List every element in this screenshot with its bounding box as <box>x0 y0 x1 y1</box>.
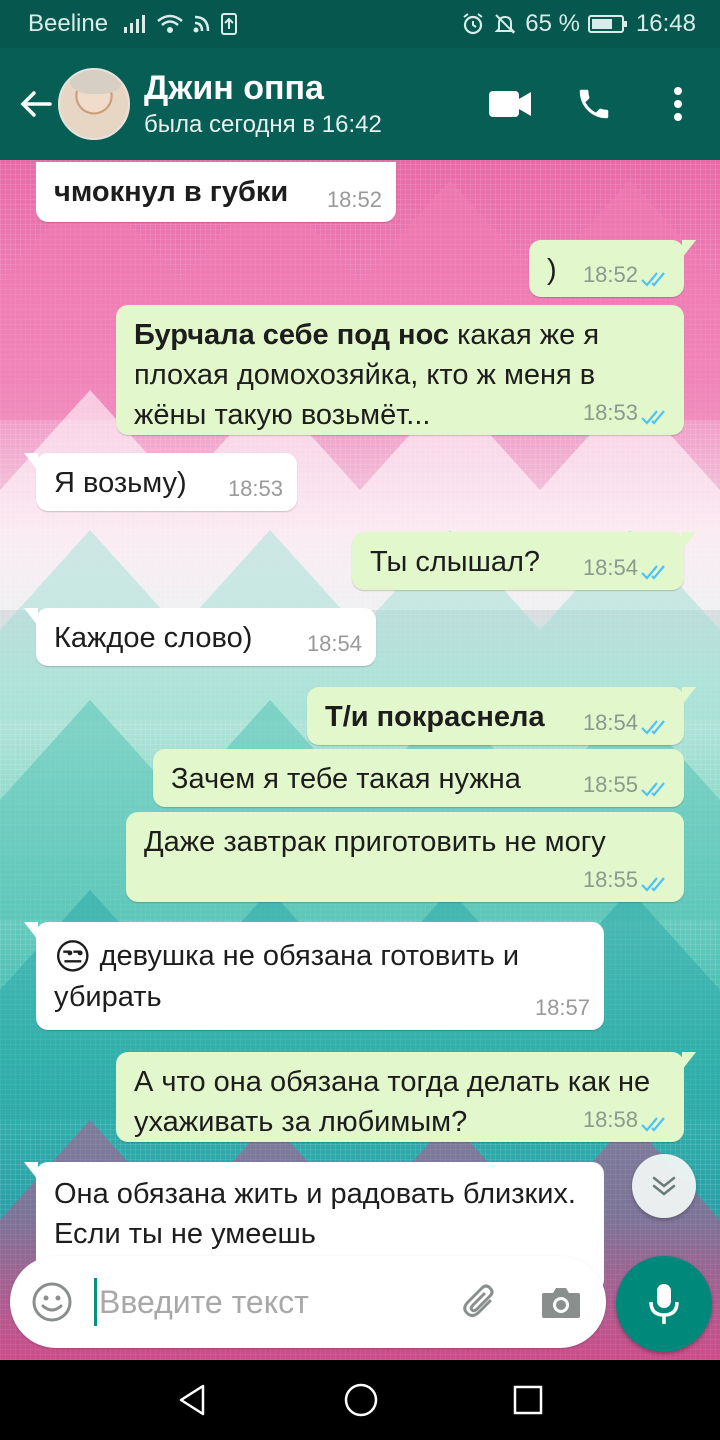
alarm-icon <box>463 13 483 35</box>
mute-icon <box>494 14 516 34</box>
clock: 16:48 <box>635 10 696 37</box>
message-text: ) <box>547 254 557 286</box>
back-nav-icon[interactable] <box>175 1382 211 1418</box>
message-text-bold: Т/и покраснела <box>325 701 545 733</box>
message-outgoing[interactable]: Бурчала себе под нос какая же я плохая д… <box>116 305 684 435</box>
message-outgoing[interactable]: Зачем я тебе такая нужна 18:55 <box>153 749 684 807</box>
message-text: А что она обязана тогда делать как не ух… <box>134 1066 651 1138</box>
message-time: 18:52 <box>326 187 382 212</box>
emoji-icon <box>32 1282 72 1322</box>
message-input[interactable] <box>99 1283 429 1321</box>
read-ticks-icon <box>641 410 665 425</box>
contact-info[interactable]: Джин оппа была сегодня в 16:42 <box>144 68 382 140</box>
message-outgoing[interactable]: ) 18:52 <box>529 240 696 297</box>
message-composer <box>10 1256 606 1348</box>
more-vert-icon <box>674 87 682 121</box>
message-time: 18:55 <box>582 867 638 892</box>
message-time: 18:54 <box>582 710 638 735</box>
back-arrow-icon <box>20 91 52 117</box>
message-time: 18:57 <box>534 995 590 1020</box>
message-time: 18:52 <box>582 262 638 287</box>
message-time: 18:53 <box>582 400 638 425</box>
message-outgoing[interactable]: Даже завтрак приготовить не могу 18:55 <box>126 812 684 902</box>
message-time: 18:58 <box>582 1107 638 1132</box>
paperclip-icon <box>463 1284 494 1317</box>
message-text: Каждое слово) <box>54 622 253 654</box>
carrier-name: Beeline <box>28 10 109 37</box>
sim-icon <box>221 13 238 35</box>
read-ticks-icon <box>641 565 665 580</box>
message-outgoing[interactable]: А что она обязана тогда делать как не ух… <box>116 1052 696 1142</box>
read-ticks-icon <box>641 782 665 797</box>
message-text-bold: Бурчала себе под нос <box>134 319 450 351</box>
attach-button[interactable] <box>441 1281 521 1323</box>
system-nav-bar <box>0 1360 720 1440</box>
data-icon <box>193 15 210 33</box>
last-seen-status: была сегодня в 16:42 <box>144 111 382 138</box>
emoji-unamused: 😒 <box>54 936 92 977</box>
battery-icon <box>587 15 627 33</box>
video-call-icon <box>489 91 531 117</box>
message-incoming[interactable]: чмокнул в губки 18:52 <box>36 162 396 222</box>
home-nav-icon[interactable] <box>342 1381 380 1419</box>
status-bar: Beeline 65 % 16:48 <box>0 0 720 48</box>
message-text: Даже завтрак приготовить не могу <box>144 826 606 858</box>
message-time: 18:54 <box>306 631 362 656</box>
signal-icon <box>124 15 146 33</box>
read-ticks-icon <box>641 877 665 892</box>
battery-percent: 65 % <box>525 10 580 37</box>
camera-icon <box>542 1288 580 1318</box>
phone-icon <box>579 89 609 119</box>
message-text: Я возьму) <box>54 467 187 499</box>
message-text: Она обязана жить и радовать близких. Есл… <box>54 1178 576 1250</box>
message-text-bold: чмокнул в губки <box>54 176 289 208</box>
read-ticks-icon <box>641 720 665 735</box>
back-button[interactable] <box>6 48 66 160</box>
message-incoming[interactable]: 😒 девушка не обязана готовить и убирать … <box>24 922 604 1030</box>
message-incoming[interactable]: Каждое слово) 18:54 <box>24 608 376 666</box>
video-call-button[interactable] <box>468 48 552 160</box>
message-text: Зачем я тебе такая нужна <box>171 763 521 795</box>
message-outgoing[interactable]: Т/и покраснела 18:54 <box>307 687 696 745</box>
message-text: девушка не обязана готовить и убирать <box>54 940 520 1013</box>
chevron-double-down-icon <box>652 1176 676 1196</box>
camera-button[interactable] <box>521 1284 601 1320</box>
microphone-icon <box>649 1284 679 1324</box>
message-time: 18:53 <box>227 476 283 501</box>
message-incoming[interactable]: Я возьму) 18:53 <box>24 453 297 511</box>
text-cursor <box>94 1278 97 1326</box>
emoji-button[interactable] <box>10 1281 94 1323</box>
contact-name[interactable]: Джин оппа <box>144 68 382 108</box>
recents-nav-icon[interactable] <box>511 1383 545 1417</box>
wifi-icon <box>157 14 183 33</box>
voice-call-button[interactable] <box>552 48 636 160</box>
voice-record-button[interactable] <box>616 1256 712 1352</box>
chat-background[interactable]: чмокнул в губки 18:52 ) 18:52 Бурчала се… <box>0 160 720 1360</box>
avatar[interactable] <box>58 68 130 140</box>
message-text: Ты слышал? <box>370 546 541 578</box>
scroll-down-button[interactable] <box>632 1154 696 1218</box>
more-options-button[interactable] <box>636 48 720 160</box>
message-time: 18:54 <box>582 555 638 580</box>
chat-header: Джин оппа была сегодня в 16:42 <box>0 48 720 160</box>
read-ticks-icon <box>641 272 665 287</box>
message-time: 18:55 <box>582 772 638 797</box>
message-outgoing[interactable]: Ты слышал? 18:54 <box>352 532 696 590</box>
read-ticks-icon <box>641 1117 665 1132</box>
